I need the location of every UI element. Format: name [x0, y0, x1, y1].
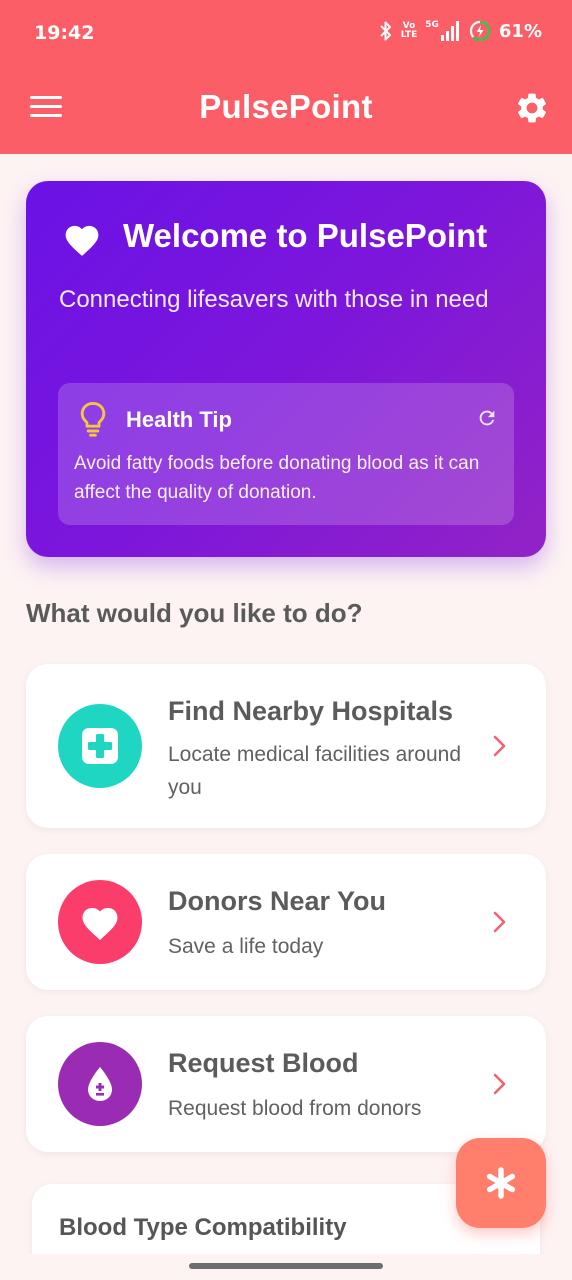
- battery-level: 61%: [498, 20, 542, 42]
- signal-icon: [440, 21, 459, 41]
- app-bar: PulsePoint: [0, 66, 572, 154]
- refresh-icon[interactable]: [476, 407, 498, 429]
- section-heading: What would you like to do?: [26, 598, 363, 628]
- emergency-fab[interactable]: [456, 1138, 546, 1228]
- hospital-icon-circle: [58, 704, 142, 788]
- find-hospitals-card[interactable]: Find Nearby Hospitals Locate medical fac…: [26, 664, 546, 828]
- blood-drop-icon: [88, 1067, 112, 1101]
- health-tip-text: Avoid fatty foods before donating blood …: [74, 453, 480, 503]
- welcome-subtitle: Connecting lifesavers with those in need: [59, 286, 489, 313]
- welcome-card: Welcome to PulsePoint Connecting lifesav…: [26, 181, 546, 557]
- battery-icon: [469, 20, 491, 42]
- action-title: Donors Near You: [168, 886, 387, 916]
- chevron-right-icon: [493, 735, 506, 757]
- home-gesture-handle[interactable]: [189, 1263, 383, 1269]
- action-subtitle: Locate medical facilities around you: [168, 743, 461, 799]
- welcome-title: Welcome to PulsePoint: [123, 217, 488, 254]
- status-time: 19:42: [34, 22, 95, 44]
- heart-icon: [65, 225, 99, 256]
- status-bar: 19:42 Vo LTE 5G 61%: [0, 0, 572, 66]
- donors-near-you-card[interactable]: Donors Near You Save a life today: [26, 854, 546, 990]
- lightbulb-icon: [80, 401, 106, 437]
- request-icon-circle: [58, 1042, 142, 1126]
- gear-icon[interactable]: [514, 90, 550, 126]
- action-title: Find Nearby Hospitals: [168, 696, 454, 726]
- request-blood-card[interactable]: Request Blood Request blood from donors: [26, 1016, 546, 1152]
- status-icons: Vo LTE 5G 61%: [379, 20, 542, 42]
- action-title: Request Blood: [168, 1048, 359, 1078]
- donor-icon-circle: [58, 880, 142, 964]
- volte-indicator: Vo LTE: [401, 22, 418, 40]
- app-title: PulsePoint: [199, 88, 373, 125]
- volte-bottom: LTE: [400, 30, 418, 40]
- health-tip-title: Health Tip: [126, 407, 232, 432]
- action-subtitle: Save a life today: [168, 935, 324, 958]
- medical-cross-icon: [82, 728, 118, 764]
- heart-icon: [82, 907, 118, 940]
- asterisk-icon: [486, 1167, 516, 1199]
- bluetooth-icon: [379, 21, 391, 41]
- health-tip-box: Health Tip Avoid fatty foods before dona…: [58, 383, 514, 525]
- network-type: 5G: [425, 20, 439, 30]
- action-subtitle: Request blood from donors: [168, 1097, 422, 1120]
- chevron-right-icon: [493, 911, 506, 933]
- compatibility-title: Blood Type Compatibility: [59, 1214, 347, 1241]
- system-nav-bar: [0, 1254, 572, 1280]
- chevron-right-icon: [493, 1073, 506, 1095]
- signal-group: 5G: [425, 21, 461, 41]
